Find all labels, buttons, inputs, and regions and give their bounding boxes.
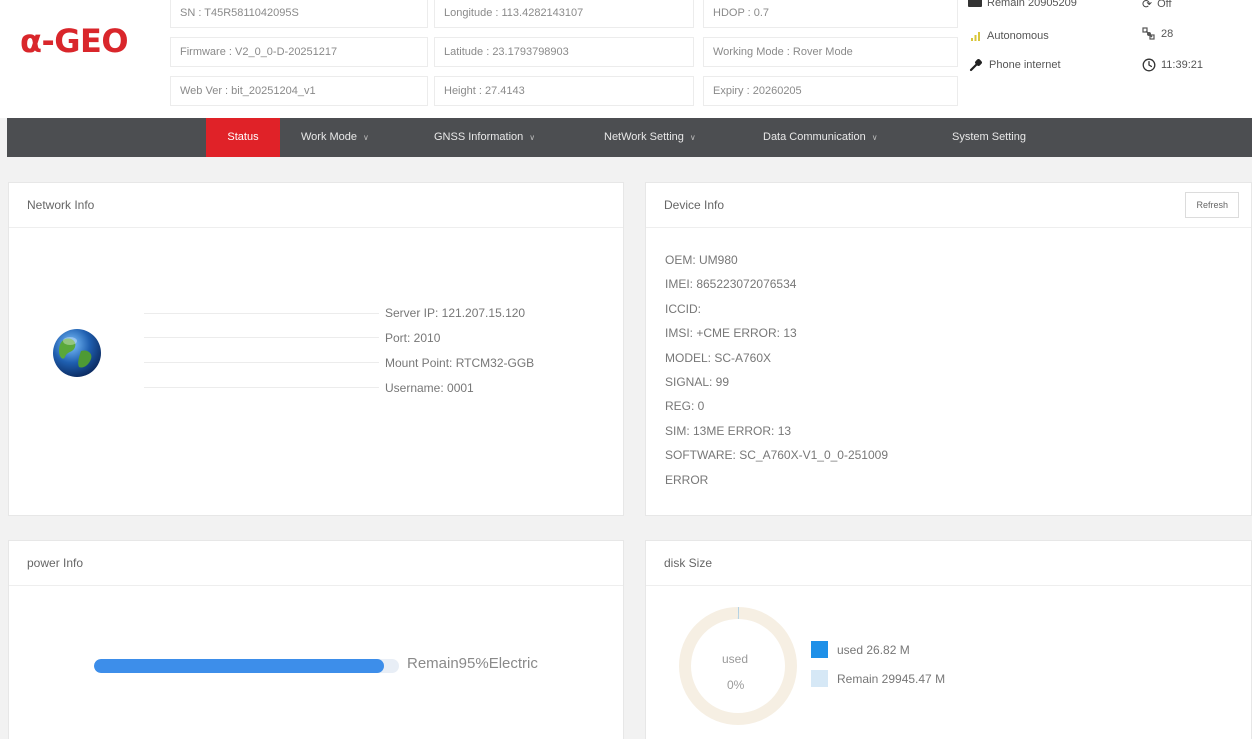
info-sn: SN : T45R5811042095S [170, 0, 428, 28]
legend-remain: Remain 29945.47 M [811, 670, 945, 687]
network-username: Username: 0001 [385, 381, 474, 395]
donut-used-label: used [722, 652, 749, 666]
status-solution: Autonomous [970, 30, 1049, 42]
status-remain: Remain 20905209 [968, 0, 1077, 9]
refresh-button[interactable]: Refresh [1185, 192, 1239, 218]
nav-network-setting[interactable]: NetWork Setting ∨ [604, 118, 696, 157]
donut-percent-label: 0% [727, 678, 745, 692]
legend-remain-swatch [811, 670, 828, 687]
nav-work-mode[interactable]: Work Mode ∨ [301, 118, 369, 157]
nav-status-label: Status [227, 131, 259, 143]
info-working-mode: Working Mode : Rover Mode [703, 37, 958, 67]
network-port: Port: 2010 [385, 331, 441, 345]
nav-network-setting-label: NetWork Setting [604, 131, 684, 143]
power-remain-label: Remain95%Electric [407, 655, 538, 672]
nav-gnss-information-label: GNSS Information [434, 131, 524, 143]
status-time-text: 11:39:21 [1161, 59, 1204, 71]
info-latitude: Latitude : 23.1793798903 [434, 37, 694, 67]
main-nav: Status Work Mode ∨ GNSS Information ∨ NetW… [7, 118, 1252, 157]
status-link: Phone internet [968, 57, 1061, 73]
list-item: MODEL: SC-A760X [665, 350, 772, 365]
network-mount-point: Mount Point: RTCM32-GGB [385, 356, 535, 370]
signal-quality-icon [971, 32, 980, 41]
nav-gnss-information[interactable]: GNSS Information ∨ [434, 118, 535, 157]
status-time: 11:39:21 [1142, 58, 1203, 72]
device-info-title-text: Device Info [664, 198, 725, 212]
status-satellites-text: 28 [1161, 28, 1174, 40]
nav-work-mode-label: Work Mode [301, 131, 358, 143]
info-firmware: Firmware : V2_0_0-D-20251217 [170, 37, 428, 67]
power-progress-fill [94, 659, 384, 673]
list-item: ERROR [665, 472, 709, 487]
info-webver: Web Ver : bit_20251204_v1 [170, 76, 428, 106]
nav-data-communication-label: Data Communication [763, 131, 866, 143]
device-info-panel: Device Info Refresh OEM: UM980 IMEI: 865… [645, 182, 1252, 516]
header: α-GEO SN : T45R5811042095S Longitude : 1… [0, 0, 1252, 118]
status-satellites: 28 [1142, 27, 1173, 41]
network-info-panel: Network Info Server IP: 121.207.15.120 P… [8, 182, 624, 516]
power-progress-bar [94, 659, 399, 673]
legend-remain-text: Remain 29945.47 M [837, 671, 946, 686]
refresh-status-icon: ⟳ [1142, 0, 1153, 11]
divider [144, 313, 379, 314]
nav-data-communication[interactable]: Data Communication ∨ [763, 118, 878, 157]
nav-system-setting-label: System Setting [952, 131, 1026, 143]
globe-icon [53, 329, 101, 377]
list-item: OEM: UM980 [665, 253, 738, 267]
disk-size-panel: disk Size used 0% used 26.82 M Remain 29… [645, 540, 1252, 739]
chevron-down-icon: ∨ [689, 133, 696, 142]
info-expiry: Expiry : 20260205 [703, 76, 958, 106]
chevron-down-icon: ∨ [529, 133, 536, 142]
disk-usage-donut [679, 607, 797, 725]
divider [144, 362, 379, 363]
list-item: SIM: 13ME ERROR: 13 [665, 423, 792, 438]
list-item: IMEI: 865223072076534 [665, 277, 797, 292]
clock-icon [1142, 58, 1156, 72]
status-solution-text: Autonomous [987, 30, 1049, 42]
power-info-title: power Info [9, 541, 623, 586]
status-remain-text: Remain 20905209 [987, 0, 1077, 9]
brand-logo: α-GEO [20, 22, 129, 60]
status-top-right: ⟳ Off [1142, 0, 1172, 11]
network-server-ip: Server IP: 121.207.15.120 [385, 306, 526, 320]
list-item: SOFTWARE: SC_A760X-V1_0_0-251009 [665, 448, 889, 463]
nav-system-setting[interactable]: System Setting [952, 118, 1026, 157]
legend-used: used 26.82 M [811, 641, 910, 658]
chevron-down-icon: ∨ [871, 133, 878, 142]
info-longitude: Longitude : 113.4282143107 [434, 0, 694, 28]
satellite-icon [1142, 27, 1155, 40]
device-info-title: Device Info Refresh [646, 183, 1251, 228]
nav-status[interactable]: Status [206, 118, 280, 157]
divider [144, 337, 379, 338]
list-item: SIGNAL: 99 [665, 374, 730, 389]
chevron-down-icon: ∨ [363, 133, 369, 142]
status-link-text: Phone internet [989, 59, 1061, 71]
status-top-right-text: Off [1157, 0, 1172, 10]
power-info-panel: power Info Remain95%Electric [8, 540, 624, 739]
info-hdop: HDOP : 0.7 [703, 0, 958, 28]
list-item: IMSI: +CME ERROR: 13 [665, 326, 797, 341]
legend-used-text: used 26.82 M [837, 642, 910, 657]
list-item: REG: 0 [665, 399, 705, 414]
storage-icon [968, 0, 982, 7]
info-height: Height : 27.4143 [434, 76, 694, 106]
network-info-title: Network Info [9, 183, 623, 228]
legend-used-swatch [811, 641, 828, 658]
link-icon [969, 59, 982, 72]
list-item: ICCID: [665, 301, 701, 316]
disk-size-title: disk Size [646, 541, 1251, 586]
divider [144, 387, 379, 388]
device-info-list: OEM: UM980 IMEI: 865223072076534 ICCID: … [665, 248, 888, 492]
